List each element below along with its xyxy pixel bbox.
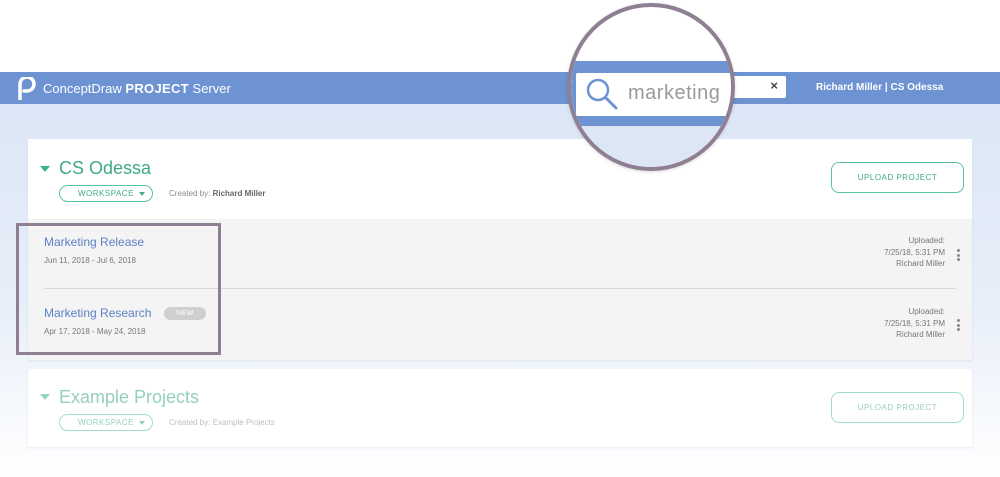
workspace-badge-label: WORKSPACE (78, 418, 134, 427)
upload-project-button[interactable]: UPLOAD PROJECT (831, 392, 964, 423)
search-value: marketing (628, 82, 721, 104)
chevron-down-icon (139, 421, 145, 425)
created-by: Created by: Example Projects (169, 418, 275, 427)
collapse-caret-icon[interactable] (40, 166, 50, 172)
uploaded-by: Richard Miller (896, 259, 945, 268)
workspace-title: CS Odessa (59, 158, 152, 178)
collapse-caret-icon[interactable] (40, 394, 50, 400)
app-name-suffix: Server (192, 81, 231, 96)
uploaded-label: Uploaded: (908, 236, 945, 245)
created-by-name: Example Projects (212, 418, 275, 427)
created-by-name: Richard Miller (212, 189, 266, 198)
chevron-down-icon (139, 192, 145, 196)
upload-info: Uploaded: 7/25/18, 5:31 PM Richard Mille… (855, 306, 945, 341)
workspace-title: Example Projects (59, 387, 200, 407)
uploaded-label: Uploaded: (908, 307, 945, 316)
app-name: ConceptDraw (43, 81, 122, 96)
clear-search-icon[interactable]: × (770, 78, 778, 93)
more-options-icon[interactable] (957, 249, 961, 263)
highlight-frame (16, 223, 221, 355)
search-magnifier: marketing (567, 3, 735, 171)
workspace-card: Example Projects WORKSPACE Created by: E… (28, 369, 972, 447)
created-by-label: Created by: (169, 418, 211, 427)
search-icon (586, 78, 618, 110)
app-name-bold: PROJECT (125, 81, 189, 96)
app-title: ConceptDraw PROJECT Server (43, 81, 231, 96)
uploaded-date: 7/25/18, 5:31 PM (884, 318, 945, 328)
uploaded-by: Richard Miller (896, 330, 945, 339)
upload-info: Uploaded: 7/25/18, 5:31 PM Richard Mille… (855, 235, 945, 270)
upload-project-button[interactable]: UPLOAD PROJECT (831, 162, 964, 193)
created-by-label: Created by: (169, 189, 211, 198)
uploaded-date: 7/25/18, 5:31 PM (884, 247, 945, 257)
workspace-dropdown[interactable]: WORKSPACE (59, 414, 153, 431)
workspace-badge-label: WORKSPACE (78, 189, 134, 198)
search-input[interactable]: × (733, 76, 786, 98)
workspace-dropdown[interactable]: WORKSPACE (59, 185, 153, 202)
more-options-icon[interactable] (957, 319, 961, 333)
search-field-zoomed[interactable]: marketing (576, 73, 731, 116)
user-menu[interactable]: Richard Miller | CS Odessa (816, 82, 943, 93)
created-by: Created by: Richard Miller (169, 189, 266, 198)
logo-icon[interactable] (16, 77, 36, 100)
